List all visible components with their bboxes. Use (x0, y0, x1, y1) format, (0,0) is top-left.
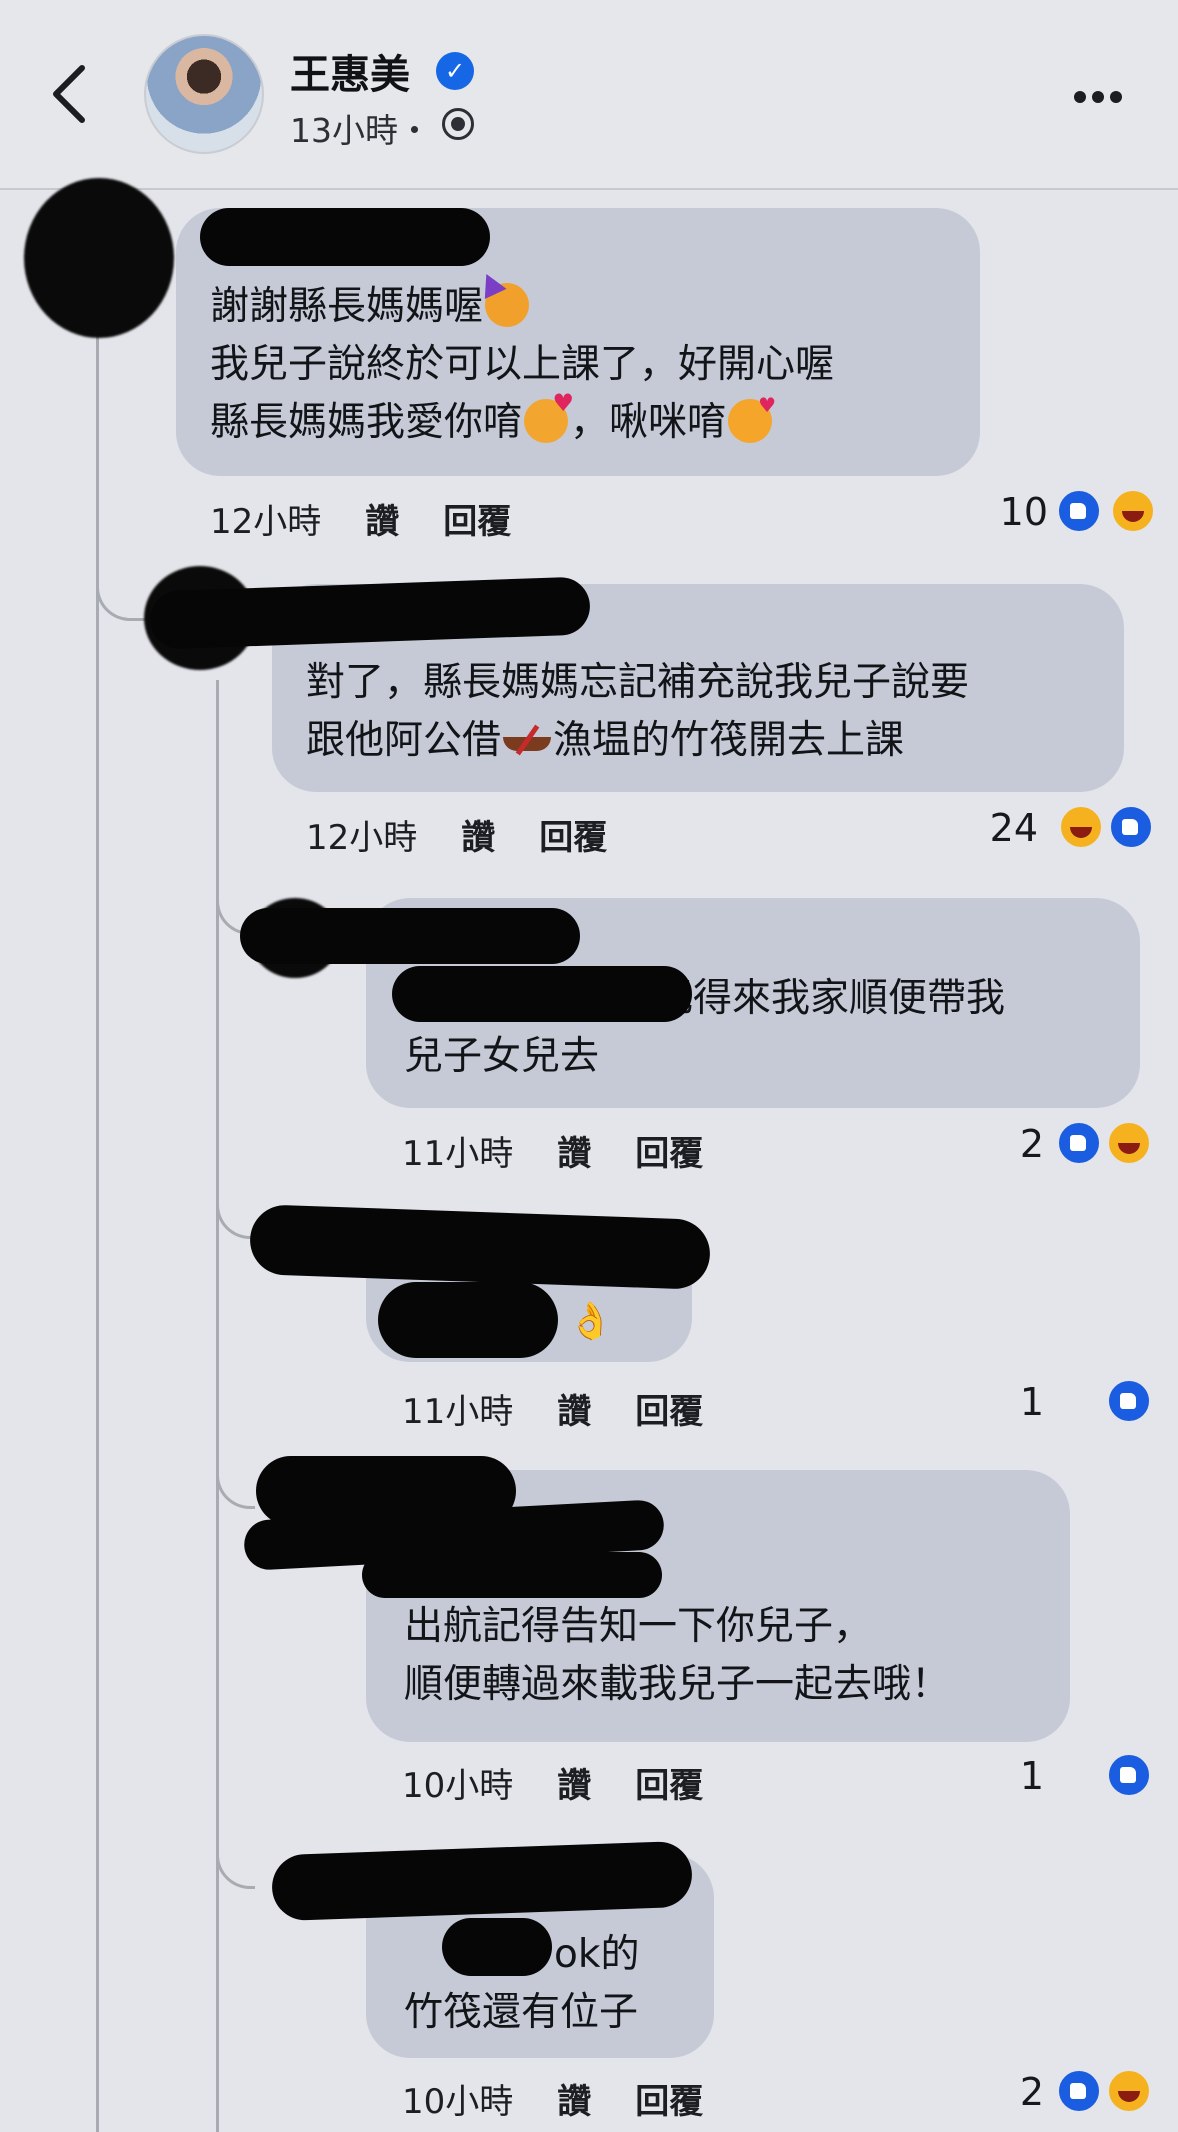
comment-meta: 11小時 讚 回覆 (402, 1384, 703, 1433)
comment-text: ，啾咪唷 (570, 400, 727, 445)
comment-time[interactable]: 12小時 (210, 502, 321, 542)
like-reaction-icon (1106, 1752, 1152, 1798)
reply-button[interactable]: 回覆 (539, 818, 607, 858)
thread-connector (216, 1180, 255, 1239)
like-button[interactable]: 讚 (461, 818, 495, 858)
ok-hand-emoji (568, 1293, 613, 1351)
comment-time[interactable]: 11小時 (402, 1134, 513, 1174)
redacted-name (200, 208, 490, 266)
haha-reaction-icon (1110, 488, 1156, 534)
comment-time[interactable]: 10小時 (402, 1766, 513, 1806)
redacted-text (392, 966, 692, 1022)
haha-reaction-icon (1106, 1120, 1152, 1166)
comment-meta: 10小時 讚 回覆 (402, 2074, 703, 2123)
like-reaction-icon (1056, 1120, 1102, 1166)
like-reaction-icon (1056, 488, 1102, 534)
comment-meta: 12小時 讚 回覆 (210, 494, 511, 543)
comment-text: 跟他阿公借 (306, 718, 502, 763)
comment-text: 我兒子說終於可以上課了，好開心喔 (210, 342, 835, 387)
like-button[interactable]: 讚 (557, 2082, 591, 2122)
haha-reaction-icon (1058, 804, 1104, 850)
page-name[interactable]: 王惠美 (290, 42, 410, 100)
post-timestamp[interactable]: 13小時・ (290, 104, 431, 152)
comment-time[interactable]: 10小時 (402, 2082, 513, 2122)
reaction-count[interactable]: 10 (980, 490, 1048, 534)
canoe-emoji (501, 723, 553, 757)
post-header: 王惠美 ✓ 13小時・ (0, 0, 1178, 190)
reaction-count[interactable]: 1 (1000, 1754, 1044, 1798)
reply-button[interactable]: 回覆 (635, 1766, 703, 1806)
reply-button[interactable]: 回覆 (635, 2082, 703, 2122)
like-button[interactable]: 讚 (557, 1134, 591, 1174)
comment-meta: 11小時 讚 回覆 (402, 1126, 703, 1175)
like-button[interactable]: 讚 (557, 1766, 591, 1806)
verified-badge-icon: ✓ (436, 52, 474, 90)
redacted-name (248, 1203, 712, 1291)
reaction-count[interactable]: 2 (990, 1122, 1044, 1166)
thread-connector (216, 1820, 255, 1889)
reply-button[interactable]: 回覆 (635, 1392, 703, 1432)
more-options-button[interactable] (1074, 88, 1130, 108)
reply-button[interactable]: 回覆 (635, 1134, 703, 1174)
comment-text: 兒子女兒去 (404, 1034, 600, 1079)
like-reaction-icon (1108, 804, 1154, 850)
reaction-count[interactable]: 1 (1000, 1380, 1044, 1424)
reaction-count[interactable]: 2 (990, 2070, 1044, 2114)
comment-text: 縣長媽媽我愛你唷 (210, 400, 523, 445)
redacted-text (442, 1918, 552, 1976)
comment-text: 順便轉過來載我兒子一起去哦！ (404, 1662, 951, 1707)
comment-text: 出航記得告知一下你兒子， (404, 1604, 873, 1649)
comment-meta: 12小時 讚 回覆 (306, 810, 607, 859)
comment-meta: 10小時 讚 回覆 (402, 1758, 703, 1807)
reply-button[interactable]: 回覆 (443, 502, 511, 542)
comment-time[interactable]: 11小時 (402, 1392, 513, 1432)
comment-text: 漁塭的竹筏開去上課 (553, 718, 905, 763)
redacted-text (378, 1282, 558, 1358)
like-button[interactable]: 讚 (557, 1392, 591, 1432)
party-face-emoji (485, 283, 530, 327)
like-reaction-icon (1106, 1378, 1152, 1424)
thread-connector (216, 1440, 255, 1509)
redacted-name (240, 908, 580, 964)
smiling-face-with-hearts-emoji (524, 391, 574, 443)
page-avatar[interactable] (144, 34, 264, 154)
like-reaction-icon (1056, 2068, 1102, 2114)
comment-time[interactable]: 12小時 (306, 818, 417, 858)
redacted-text (362, 1552, 662, 1598)
like-button[interactable]: 讚 (365, 502, 399, 542)
haha-reaction-icon (1106, 2068, 1152, 2114)
redacted-avatar (24, 178, 174, 338)
comment-text: 對了，縣長媽媽忘記補充說我兒子說要 (306, 660, 970, 705)
back-arrow-icon[interactable] (48, 62, 92, 126)
kissing-face-emoji (728, 395, 776, 443)
globe-icon (442, 108, 474, 140)
comment-text: 謝謝縣長媽媽喔 (210, 284, 484, 329)
comment-text: 竹筏還有位子 (404, 1990, 639, 2035)
reaction-count[interactable]: 24 (968, 806, 1038, 850)
